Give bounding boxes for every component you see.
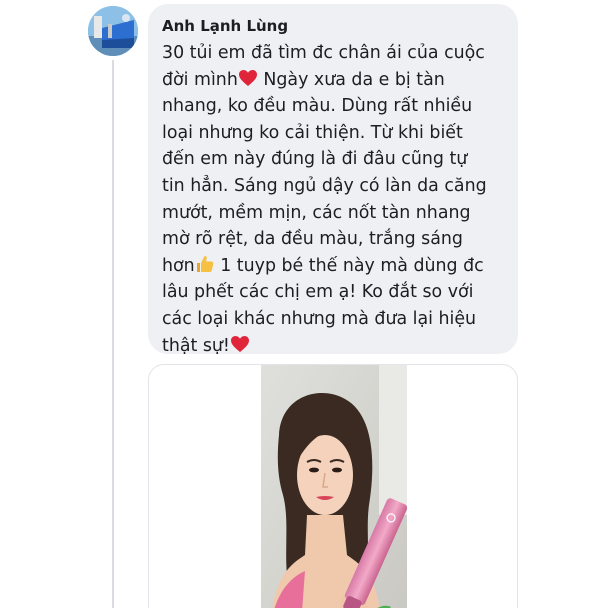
- avatar[interactable]: [88, 6, 138, 56]
- heart-icon: [230, 335, 249, 352]
- comment-line-part: đời mình: [162, 69, 238, 90]
- avatar-photo-icon: [88, 6, 138, 56]
- comment-line: hơn 1 tuyp bé thế này mà dùng đc: [162, 253, 504, 280]
- comment-line: mờ rõ rệt, da đều màu, trắng sáng: [162, 229, 463, 250]
- thread-line: [112, 60, 114, 608]
- selfie-photo-icon: [261, 365, 407, 608]
- thumbs-up-icon: [196, 255, 214, 272]
- comment-author[interactable]: Anh Lạnh Lùng: [162, 16, 504, 36]
- comment-line: tin hẳn. Sáng ngủ dậy có làn da căng: [162, 175, 487, 196]
- photo-attachment[interactable]: [148, 364, 518, 608]
- comment-line: các loại khác nhưng mà đưa lại hiệu: [162, 308, 477, 329]
- heart-icon: [238, 69, 257, 86]
- comment-line: đến em này đúng là đi đâu cũng tự: [162, 149, 468, 170]
- attached-photo[interactable]: [261, 365, 407, 608]
- comment-text: 30 tủi em đã tìm đc chân ái của cuộc đời…: [162, 40, 504, 359]
- comment-line: loại nhưng ko cải thiện. Từ khi biết: [162, 122, 463, 143]
- comment-line-part: thật sự!: [162, 335, 230, 356]
- comment-line: mướt, mềm mịn, các nốt tàn nhang: [162, 202, 471, 223]
- comment-screen: Anh Lạnh Lùng 30 tủi em đã tìm đc chân á…: [0, 0, 608, 608]
- comment-line: nhang, ko đều màu. Dùng rất nhiều: [162, 96, 473, 117]
- comment-line: đời mình Ngày xưa da e bị tàn: [162, 67, 504, 94]
- comment-line-part: hơn: [162, 255, 195, 276]
- comment-bubble: Anh Lạnh Lùng 30 tủi em đã tìm đc chân á…: [148, 4, 518, 356]
- comment-line-part: Ngày xưa da e bị tàn: [257, 69, 445, 90]
- comment-line: lâu phết các chị em ạ! Ko đắt so với: [162, 282, 474, 303]
- comment-line: 30 tủi em đã tìm đc chân ái của cuộc: [162, 43, 485, 63]
- comment-line-part: 1 tuyp bé thế này mà dùng đc: [214, 255, 484, 276]
- comment-line: thật sự!: [162, 333, 504, 360]
